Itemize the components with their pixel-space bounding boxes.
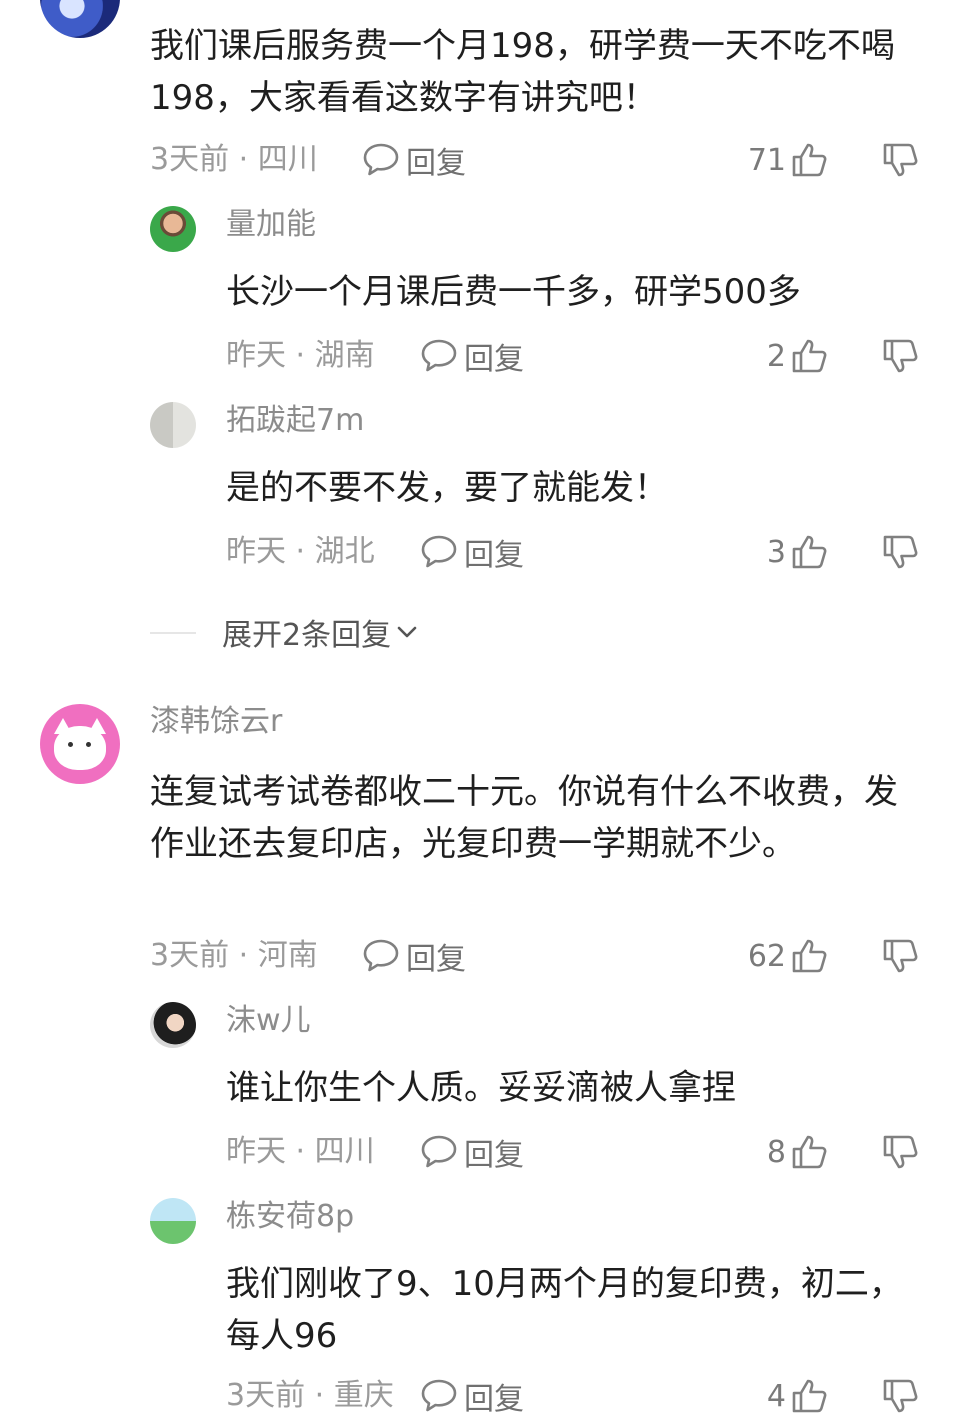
like-count: 4 xyxy=(766,1378,786,1414)
thumbs-up-icon xyxy=(792,1379,827,1413)
avatar-cat-ear-right xyxy=(88,718,106,734)
like-button[interactable]: 8 xyxy=(700,1132,828,1172)
avatar[interactable] xyxy=(150,206,196,252)
dislike-button[interactable] xyxy=(880,336,920,376)
like-count: 8 xyxy=(766,1134,786,1170)
speech-bubble-icon xyxy=(421,1379,457,1412)
avatar[interactable] xyxy=(150,1002,196,1048)
avatar[interactable] xyxy=(150,402,196,448)
reply-author[interactable]: 拓跋起7m xyxy=(226,401,364,441)
reply-label: 回复 xyxy=(464,342,524,377)
thumbs-up-icon xyxy=(792,339,827,373)
thumbs-up-icon xyxy=(792,1135,827,1169)
expand-divider xyxy=(150,632,196,634)
reply-button[interactable]: 回复 xyxy=(420,1376,524,1417)
reply-button[interactable]: 回复 xyxy=(362,140,466,181)
thumbs-down-icon xyxy=(883,1379,918,1413)
like-button[interactable]: 4 xyxy=(700,1376,828,1416)
reply-author[interactable]: 栋安荷8p xyxy=(226,1197,354,1237)
reply-label: 回复 xyxy=(406,942,466,977)
reply-label: 回复 xyxy=(464,1138,524,1173)
reply-button[interactable]: 回复 xyxy=(420,532,524,573)
dislike-button[interactable] xyxy=(880,936,920,976)
speech-bubble-icon xyxy=(421,1135,457,1168)
thumbs-down-icon xyxy=(883,535,918,569)
reply-text: 是的不要不发，要了就能发！ xyxy=(226,468,668,508)
speech-bubble-icon xyxy=(363,143,399,176)
thumbs-up-icon xyxy=(792,143,827,177)
reply-time-location: 昨天 · 湖北 xyxy=(226,534,375,569)
reply-time-location: 3天前 · 重庆 xyxy=(226,1378,394,1413)
thumbs-down-icon xyxy=(883,1135,918,1169)
dislike-button[interactable] xyxy=(880,1376,920,1416)
reply-text: 长沙一个月课后费一千多，研学500多 xyxy=(226,272,801,312)
thumbs-up-icon xyxy=(792,939,827,973)
like-count: 71 xyxy=(747,142,786,178)
comment-time-location: 3天前 · 河南 xyxy=(150,938,318,973)
dislike-button[interactable] xyxy=(880,532,920,572)
thumbs-down-icon xyxy=(883,939,918,973)
reply-time-location: 昨天 · 湖南 xyxy=(226,338,375,373)
avatar[interactable] xyxy=(40,704,120,784)
like-button[interactable]: 62 xyxy=(700,936,828,976)
reply-label: 回复 xyxy=(406,146,466,181)
dislike-button[interactable] xyxy=(880,1132,920,1172)
like-button[interactable]: 3 xyxy=(700,532,828,572)
avatar-cat-eye-left xyxy=(68,742,73,747)
avatar-cat-ear-left xyxy=(54,718,72,734)
reply-label: 回复 xyxy=(464,538,524,573)
reply-author[interactable]: 量加能 xyxy=(226,205,316,245)
reply-text: 谁让你生个人质。妥妥滴被人拿捏 xyxy=(226,1068,736,1108)
reply-time-location: 昨天 · 四川 xyxy=(226,1134,375,1169)
reply-button[interactable]: 回复 xyxy=(420,336,524,377)
chevron-down-icon xyxy=(397,626,417,638)
like-button[interactable]: 71 xyxy=(700,140,828,180)
reply-button[interactable]: 回复 xyxy=(362,936,466,977)
speech-bubble-icon xyxy=(421,339,457,372)
reply-button[interactable]: 回复 xyxy=(420,1132,524,1173)
avatar[interactable] xyxy=(150,1198,196,1244)
thumbs-down-icon xyxy=(883,339,918,373)
like-count: 62 xyxy=(747,938,786,974)
comment-author[interactable]: 漆韩馀云r xyxy=(150,702,282,742)
reply-author[interactable]: 沫w儿 xyxy=(226,1001,311,1041)
thumbs-down-icon xyxy=(883,143,918,177)
comment-time-location: 3天前 · 四川 xyxy=(150,142,318,177)
expand-replies-button[interactable]: 展开2条回复 xyxy=(222,612,421,653)
avatar[interactable] xyxy=(40,0,120,38)
expand-replies-label: 展开2条回复 xyxy=(222,618,392,653)
reply-text: 我们刚收了9、10月两个月的复印费，初二，每人96 xyxy=(226,1264,903,1356)
thumbs-up-icon xyxy=(792,535,827,569)
like-count: 3 xyxy=(766,534,786,570)
comment-text: 我们课后服务费一个月198，研学费一天不吃不喝198，大家看看这数字有讲究吧！ xyxy=(150,26,895,118)
like-button[interactable]: 2 xyxy=(700,336,828,376)
avatar-cat-eye-right xyxy=(86,742,91,747)
speech-bubble-icon xyxy=(421,535,457,568)
reply-label: 回复 xyxy=(464,1382,524,1417)
comment-text: 连复试考试卷都收二十元。你说有什么不收费，发作业还去复印店，光复印费一学期就不少… xyxy=(150,772,898,864)
like-count: 2 xyxy=(766,338,786,374)
dislike-button[interactable] xyxy=(880,140,920,180)
speech-bubble-icon xyxy=(363,939,399,972)
